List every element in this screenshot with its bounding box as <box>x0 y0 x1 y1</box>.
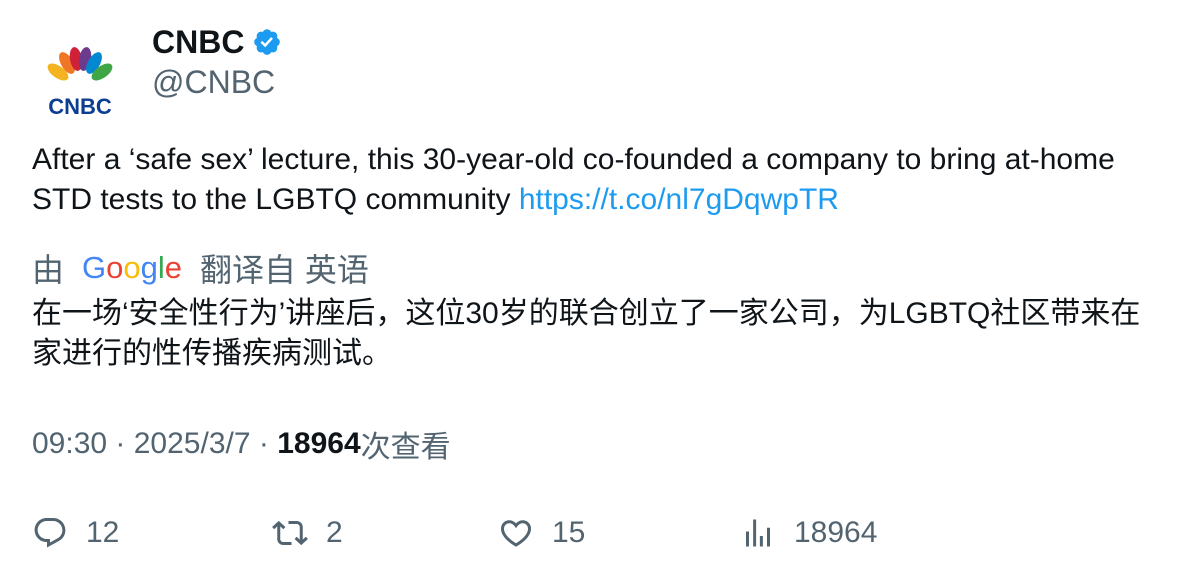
analytics-icon <box>746 519 770 547</box>
meta-separator: · <box>107 427 134 460</box>
translated-text: 在一场‘安全性行为’讲座后，这位30岁的联合创立了一家公司，为LGBTQ社区带来… <box>32 297 1141 370</box>
tweet-header: CNBC CNBC @CNBC <box>32 22 1162 128</box>
meta-separator: · <box>250 427 278 460</box>
action-bar: 12 2 15 18964 <box>32 508 1162 558</box>
reply-icon <box>34 518 66 548</box>
retweet-icon <box>272 520 308 546</box>
translation-prefix: 由 <box>32 252 65 288</box>
cnbc-logo-icon: CNBC <box>47 47 113 119</box>
display-name[interactable]: CNBC <box>152 24 244 61</box>
tweet-meta: 09:30 · 2025/3/7 · 18964 次查看 <box>32 422 451 466</box>
svg-text:CNBC: CNBC <box>48 94 112 119</box>
translation-attribution: 由 Google 翻译自 英语 <box>32 246 369 290</box>
tweet-time[interactable]: 09:30 <box>32 427 107 461</box>
tweet-link[interactable]: https://t.co/nl7gDqwpTR <box>519 183 839 216</box>
svg-text:Google: Google <box>82 250 182 285</box>
heart-icon <box>500 520 532 547</box>
retweet-count: 2 <box>326 516 343 549</box>
tweet-text: After a ‘safe sex’ lecture, this 30-year… <box>32 140 1162 220</box>
verified-badge-icon <box>254 29 281 55</box>
translation-suffix[interactable]: 翻译自 英语 <box>200 245 369 291</box>
like-button[interactable]: 15 <box>498 508 585 558</box>
google-logo-icon: Google <box>82 250 182 285</box>
views-label: 次查看 <box>360 431 451 464</box>
user-handle[interactable]: @CNBC <box>152 64 282 101</box>
reply-count: 12 <box>86 516 120 549</box>
like-count: 15 <box>552 516 586 549</box>
avatar[interactable]: CNBC <box>32 32 128 128</box>
retweet-button[interactable]: 2 <box>272 508 343 558</box>
views-count: 18964 <box>277 427 361 460</box>
views-action-count: 18964 <box>794 516 878 549</box>
views-button[interactable]: 18964 <box>740 508 877 558</box>
reply-button[interactable]: 12 <box>32 508 119 558</box>
tweet-date[interactable]: 2025/3/7 <box>134 427 251 461</box>
